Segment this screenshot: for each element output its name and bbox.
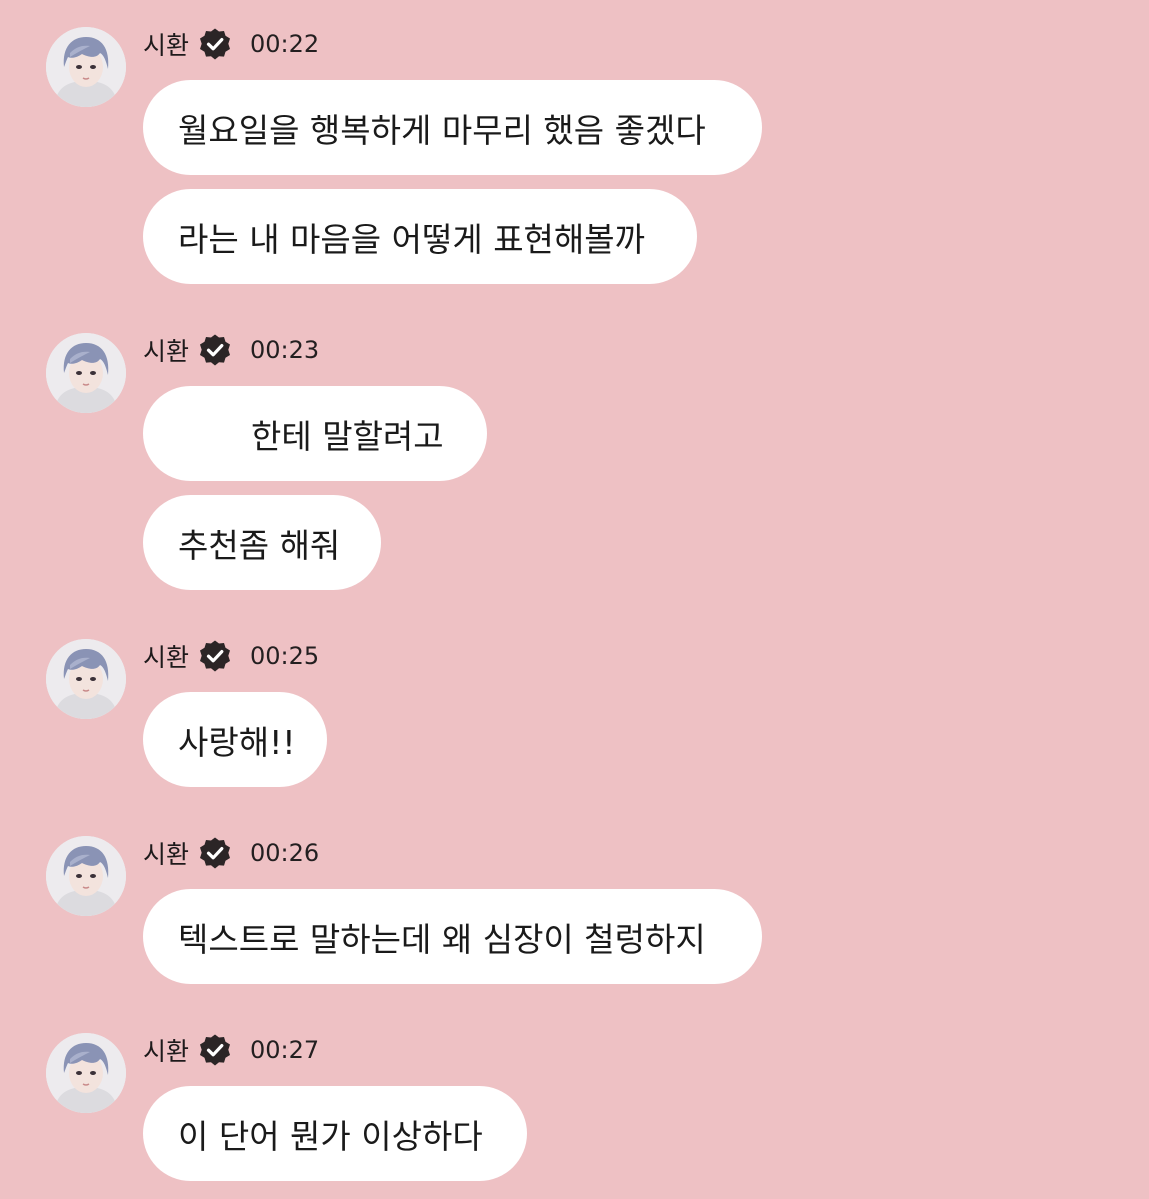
timestamp: 00:22 xyxy=(250,30,320,58)
timestamp: 00:26 xyxy=(250,839,320,867)
message-bubble[interactable]: 한테 말할려고 xyxy=(143,386,487,481)
sender-name: 시환 xyxy=(143,840,190,869)
message-text: 한테 말할려고 xyxy=(251,416,444,456)
avatar[interactable] xyxy=(46,639,126,719)
timestamp: 00:25 xyxy=(250,642,320,670)
message-header: 시환 00:27 xyxy=(143,1033,319,1067)
message-text: 이 단어 뭔가 이상하다 xyxy=(178,1116,483,1156)
message-bubble[interactable]: 라는 내 마음을 어떻게 표현해볼까 xyxy=(143,189,697,284)
message-text: 사랑해!! xyxy=(178,722,296,762)
message-bubble[interactable]: 이 단어 뭔가 이상하다 xyxy=(143,1086,527,1181)
verified-badge-icon xyxy=(198,27,232,61)
avatar[interactable] xyxy=(46,1033,126,1113)
message-text: 추천좀 해줘 xyxy=(178,525,341,565)
sender-name: 시환 xyxy=(143,31,190,60)
verified-badge-icon xyxy=(198,1033,232,1067)
message-bubble[interactable]: 사랑해!! xyxy=(143,692,327,787)
verified-badge-icon xyxy=(198,639,232,673)
message-header: 시환 00:26 xyxy=(143,836,319,870)
sender-name: 시환 xyxy=(143,337,190,366)
avatar[interactable] xyxy=(46,836,126,916)
message-header: 시환 00:22 xyxy=(143,27,319,61)
verified-badge-icon xyxy=(198,836,232,870)
sender-name: 시환 xyxy=(143,643,190,672)
message-header: 시환 00:25 xyxy=(143,639,319,673)
message-bubble[interactable]: 추천좀 해줘 xyxy=(143,495,381,590)
sender-name: 시환 xyxy=(143,1037,190,1066)
avatar[interactable] xyxy=(46,27,126,107)
message-text: 텍스트로 말하는데 왜 심장이 철렁하지 xyxy=(178,919,706,959)
verified-badge-icon xyxy=(198,333,232,367)
timestamp: 00:23 xyxy=(250,336,320,364)
timestamp: 00:27 xyxy=(250,1036,320,1064)
message-text: 월요일을 행복하게 마무리 했음 좋겠다 xyxy=(178,110,706,150)
message-text: 라는 내 마음을 어떻게 표현해볼까 xyxy=(178,219,645,259)
avatar[interactable] xyxy=(46,333,126,413)
message-bubble[interactable]: 월요일을 행복하게 마무리 했음 좋겠다 xyxy=(143,80,762,175)
message-header: 시환 00:23 xyxy=(143,333,319,367)
message-bubble[interactable]: 텍스트로 말하는데 왜 심장이 철렁하지 xyxy=(143,889,762,984)
